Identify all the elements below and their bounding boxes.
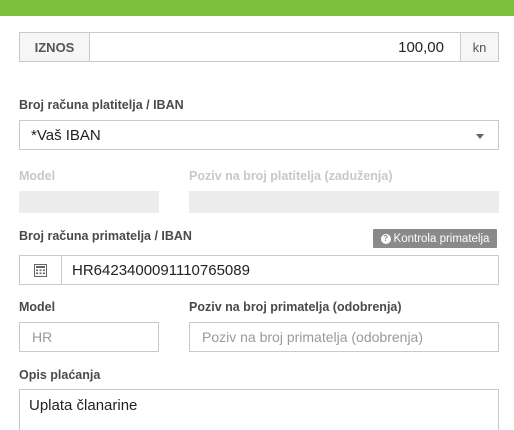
calculator-icon[interactable] [20,256,62,284]
recipient-model-field[interactable]: HR [19,322,159,352]
amount-row: IZNOS 100,00 kn [19,32,499,62]
payer-model-field [19,191,159,213]
check-recipient-button[interactable]: ? Kontrola primatelja [373,229,497,248]
recipient-iban-value: HR6423400091110765089 [72,261,250,279]
check-recipient-label: Kontrola primatelja [393,232,490,245]
payer-reference-label: Poziv na broj platitelja (zaduženja) [189,169,393,183]
question-circle-icon: ? [380,233,391,244]
description-field[interactable]: Uplata članarine [19,389,499,420]
payer-reference-field [189,191,499,213]
caret-down-icon [476,134,484,139]
top-accent-bar [0,0,514,16]
description-label: Opis plaćanja [19,368,101,382]
recipient-iban-label: Broj računa primatelja / IBAN [19,229,192,243]
payer-iban-selected: *Vaš IBAN [31,126,101,144]
recipient-reference-field[interactable]: Poziv na broj primatelja (odobrenja) [189,322,499,352]
recipient-reference-label: Poziv na broj primatelja (odobrenja) [189,300,402,314]
amount-label: IZNOS [20,33,90,61]
amount-input[interactable]: 100,00 [90,33,460,61]
payer-model-label: Model [19,169,56,183]
recipient-iban-field[interactable]: HR6423400091110765089 [19,255,499,285]
description-field-extension [19,419,499,430]
currency-label: kn [460,33,498,61]
recipient-model-label: Model [19,300,56,314]
payer-iban-label: Broj računa platitelja / IBAN [19,98,184,112]
payer-iban-select[interactable]: *Vaš IBAN [19,120,499,150]
